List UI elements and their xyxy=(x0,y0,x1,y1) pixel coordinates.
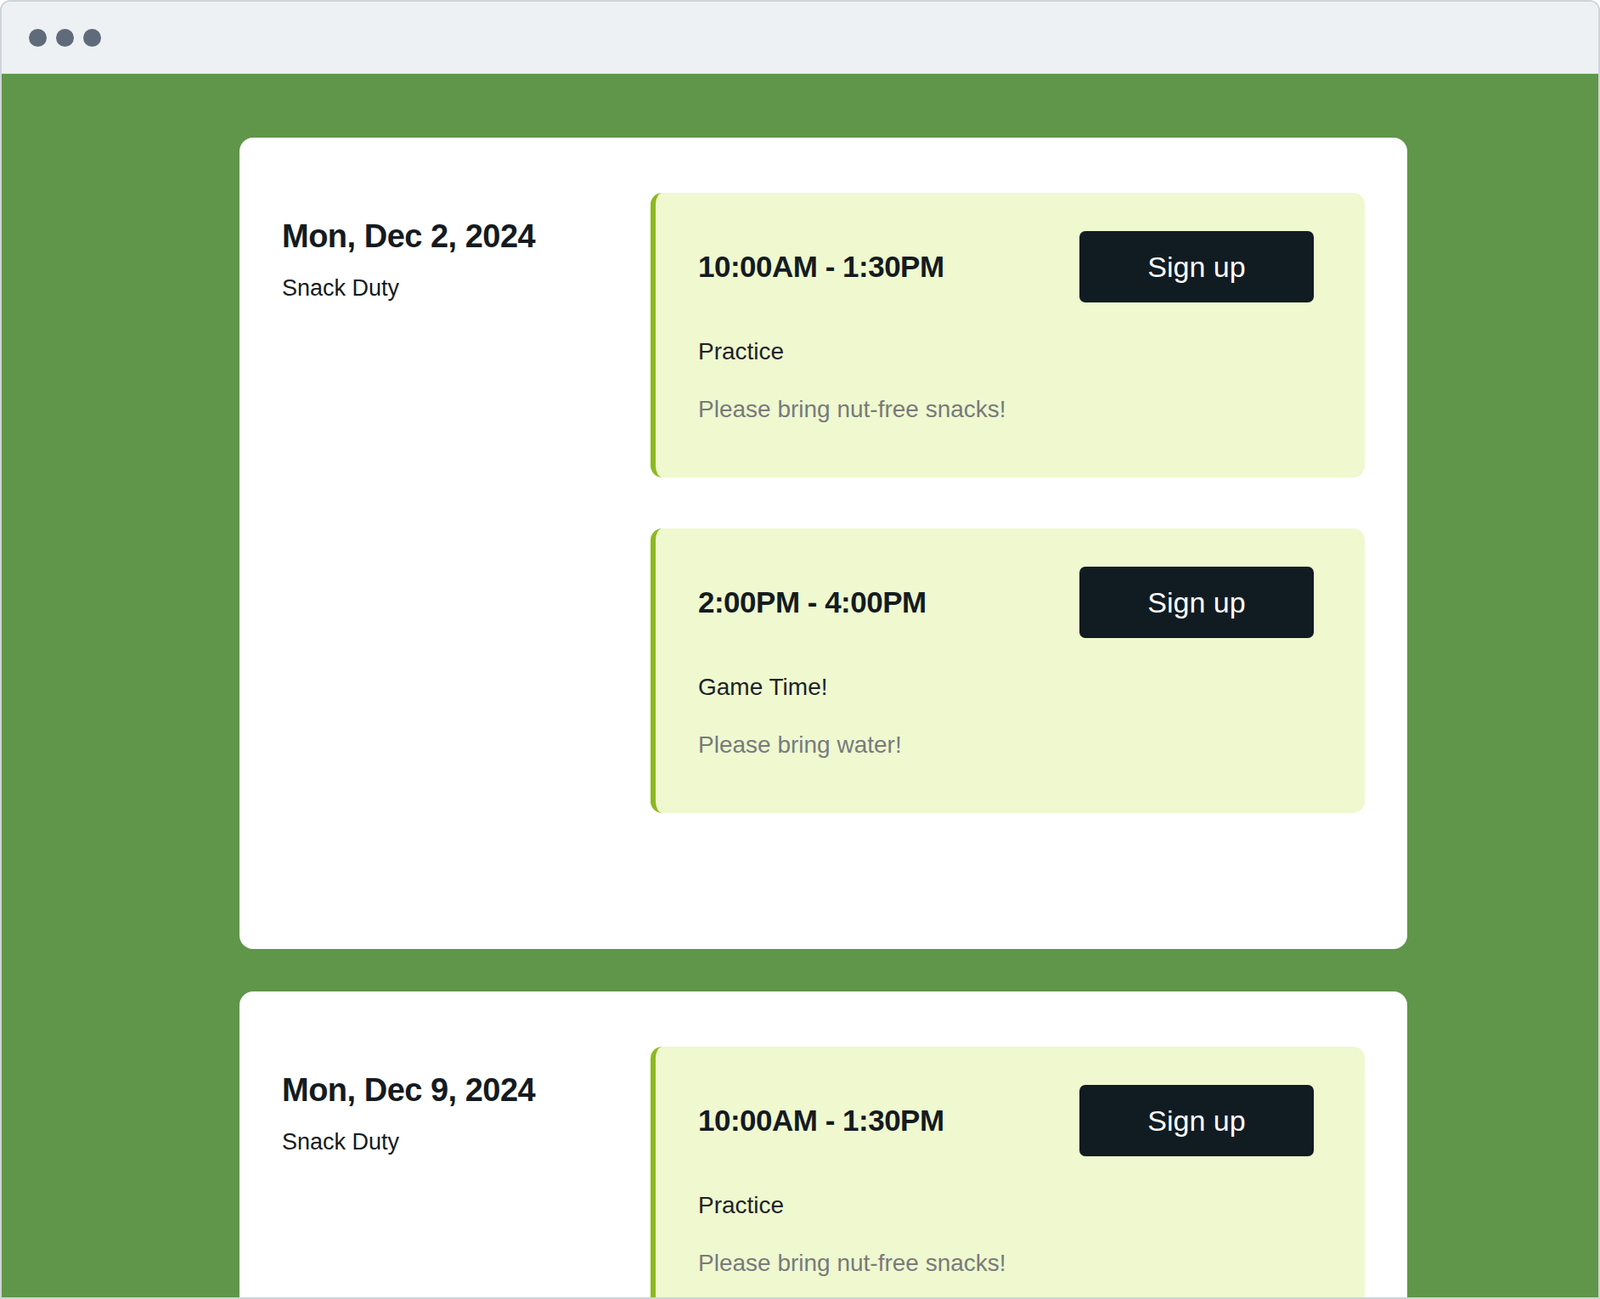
time-slot: 2:00PM - 4:00PM Sign up Game Time! Please b… xyxy=(650,528,1365,813)
slot-note: Please bring nut-free snacks! xyxy=(698,1249,1314,1277)
browser-window: Mon, Dec 2, 2024 Snack Duty 10:00AM - 1:30… xyxy=(0,0,1600,1299)
time-slot: 10:00AM - 1:30PM Sign up Practice Please br… xyxy=(650,192,1365,478)
slot-time: 10:00AM - 1:30PM xyxy=(698,249,945,284)
event-info: Mon, Dec 9, 2024 Snack Duty xyxy=(281,1046,634,1297)
event-card: Mon, Dec 9, 2024 Snack Duty 10:00AM - 1:30… xyxy=(239,991,1408,1297)
slot-label: Practice xyxy=(698,1191,1314,1219)
slot-header: 2:00PM - 4:00PM Sign up xyxy=(698,566,1314,638)
slot-time: 10:00AM - 1:30PM xyxy=(698,1103,945,1138)
event-date: Mon, Dec 9, 2024 xyxy=(281,1071,634,1109)
event-title: Snack Duty xyxy=(281,1128,634,1155)
sign-up-button[interactable]: Sign up xyxy=(1079,566,1314,638)
slot-list: 10:00AM - 1:30PM Sign up Practice Please br… xyxy=(650,1046,1365,1297)
sign-up-button[interactable]: Sign up xyxy=(1079,230,1314,303)
slot-header: 10:00AM - 1:30PM Sign up xyxy=(698,230,1314,303)
slot-note: Please bring water! xyxy=(698,731,1314,759)
slot-list: 10:00AM - 1:30PM Sign up Practice Please br… xyxy=(650,192,1365,813)
window-dot-icon[interactable] xyxy=(56,28,74,47)
slot-label: Game Time! xyxy=(698,673,1314,701)
browser-toolbar xyxy=(1,1,1599,74)
window-dot-icon[interactable] xyxy=(28,28,47,47)
event-info: Mon, Dec 2, 2024 Snack Duty xyxy=(281,192,634,813)
sign-up-button[interactable]: Sign up xyxy=(1079,1084,1314,1156)
slot-label: Practice xyxy=(698,338,1314,366)
court-background: Mon, Dec 2, 2024 Snack Duty 10:00AM - 1:30… xyxy=(1,73,1599,1297)
event-card: Mon, Dec 2, 2024 Snack Duty 10:00AM - 1:30… xyxy=(239,137,1408,949)
slot-time: 2:00PM - 4:00PM xyxy=(698,585,927,620)
slot-note: Please bring nut-free snacks! xyxy=(698,395,1314,423)
slot-header: 10:00AM - 1:30PM Sign up xyxy=(698,1084,1314,1156)
window-dot-icon[interactable] xyxy=(83,28,102,47)
time-slot: 10:00AM - 1:30PM Sign up Practice Please br… xyxy=(650,1046,1365,1297)
event-date: Mon, Dec 2, 2024 xyxy=(281,218,634,255)
event-title: Snack Duty xyxy=(281,275,634,302)
